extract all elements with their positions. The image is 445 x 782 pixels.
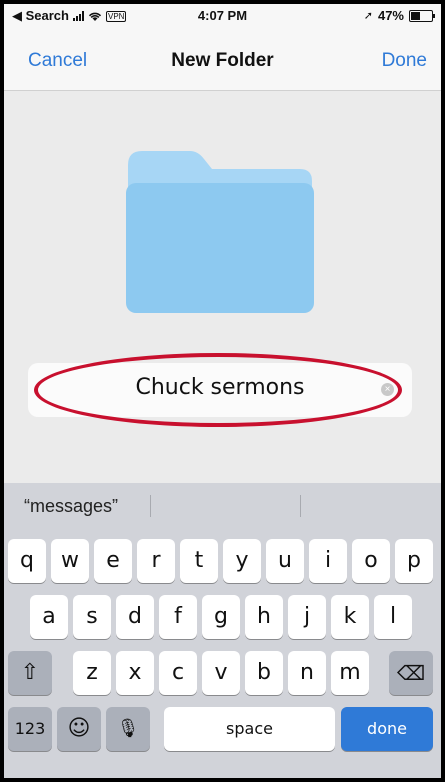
key-l[interactable]: l (374, 595, 412, 639)
key-y[interactable]: y (223, 539, 261, 583)
key-m[interactable]: m (331, 651, 369, 695)
key-k[interactable]: k (331, 595, 369, 639)
key-n[interactable]: n (288, 651, 326, 695)
key-t[interactable]: t (180, 539, 218, 583)
shift-key[interactable]: ⇧ (8, 651, 52, 695)
dictation-key[interactable]: 🎙 (106, 707, 150, 751)
space-key[interactable]: space (164, 707, 335, 751)
key-u[interactable]: u (266, 539, 304, 583)
key-h[interactable]: h (245, 595, 283, 639)
key-d[interactable]: d (116, 595, 154, 639)
key-v[interactable]: v (202, 651, 240, 695)
suggestion-item[interactable]: “messages” (24, 483, 118, 529)
suggestion-bar: “messages” (4, 483, 441, 529)
status-bar: ◀ Search VPN 4:07 PM ➚ 47% (4, 4, 441, 26)
key-i[interactable]: i (309, 539, 347, 583)
navigation-bar: Cancel New Folder Done (4, 26, 441, 91)
key-o[interactable]: o (352, 539, 390, 583)
key-b[interactable]: b (245, 651, 283, 695)
key-p[interactable]: p (395, 539, 433, 583)
suggestion-divider (300, 495, 301, 517)
key-e[interactable]: e (94, 539, 132, 583)
clear-text-icon[interactable]: × (381, 383, 394, 396)
new-folder-content: Chuck sermons × (4, 91, 441, 483)
folder-name-input[interactable]: Chuck sermons × (28, 363, 412, 417)
key-x[interactable]: x (116, 651, 154, 695)
key-g[interactable]: g (202, 595, 240, 639)
key-r[interactable]: r (137, 539, 175, 583)
suggestion-item[interactable] (164, 483, 294, 529)
keyboard: “messages” q w e r t y u i o p a s d f g… (4, 483, 441, 778)
battery-icon (409, 9, 435, 22)
suggestion-divider (150, 495, 151, 517)
battery-percent: 47% (377, 8, 404, 23)
delete-key[interactable]: ⌫ (389, 651, 433, 695)
key-a[interactable]: a (30, 595, 68, 639)
phone-screen: ◀ Search VPN 4:07 PM ➚ 47% Cancel New Fo… (4, 4, 441, 778)
key-c[interactable]: c (159, 651, 197, 695)
numbers-key[interactable]: 123 (8, 707, 52, 751)
emoji-key[interactable]: ☺ (57, 707, 101, 751)
keyboard-done-key[interactable]: done (341, 707, 433, 751)
key-f[interactable]: f (159, 595, 197, 639)
page-title: New Folder (171, 50, 274, 71)
key-z[interactable]: z (73, 651, 111, 695)
location-icon: ➚ (363, 10, 373, 22)
folder-icon (126, 151, 314, 313)
key-s[interactable]: s (73, 595, 111, 639)
status-right: ➚ 47% (363, 8, 435, 23)
done-button[interactable]: Done (382, 50, 427, 72)
key-w[interactable]: w (51, 539, 89, 583)
key-q[interactable]: q (8, 539, 46, 583)
key-j[interactable]: j (288, 595, 326, 639)
folder-name-value: Chuck sermons (135, 375, 305, 400)
suggestion-item[interactable] (310, 483, 435, 529)
